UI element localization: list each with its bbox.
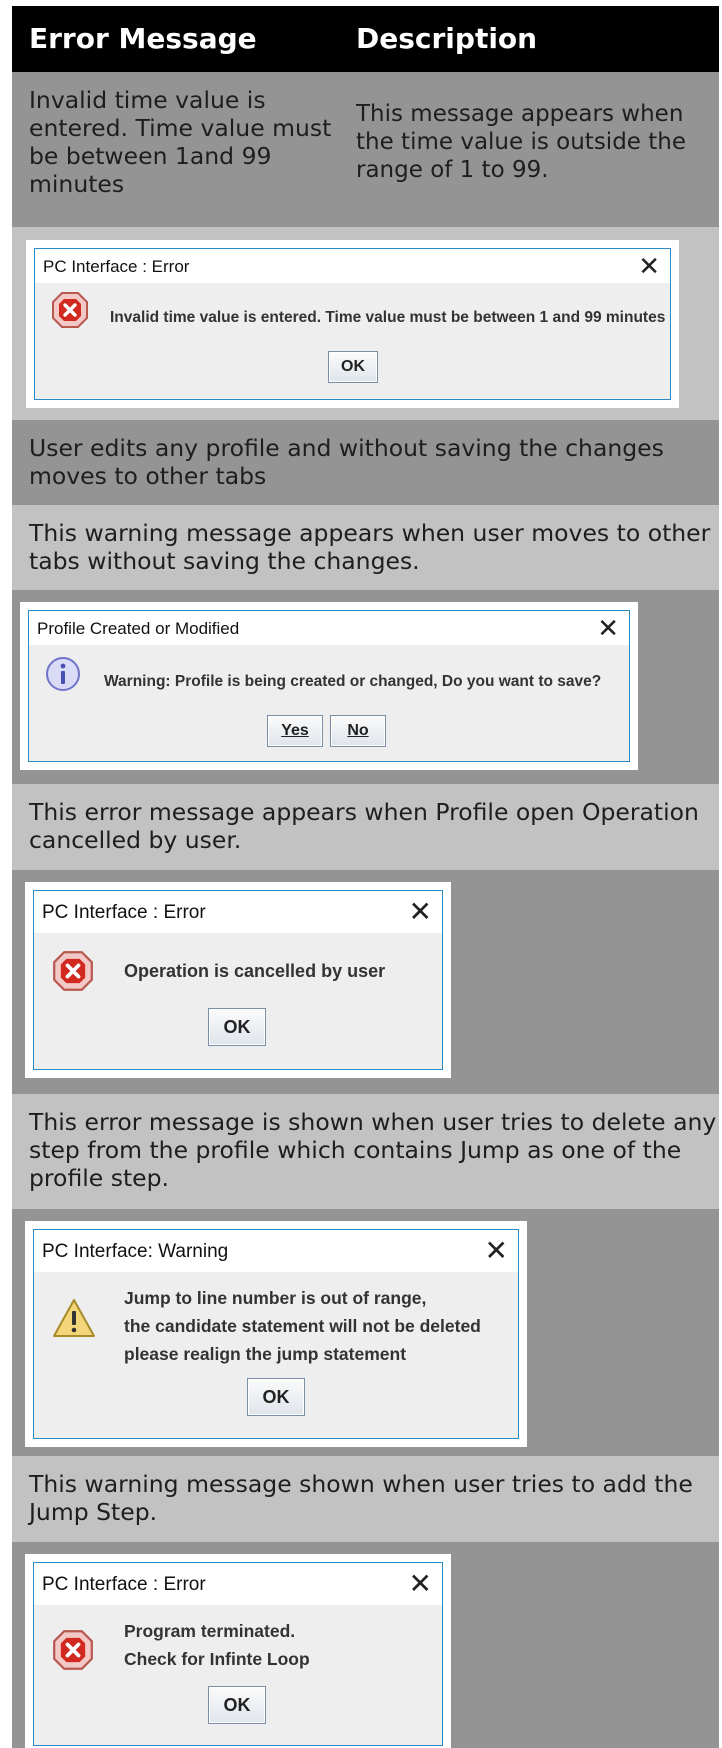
ok-button[interactable]: OK [208, 1008, 266, 1046]
dialog-message: Program terminated. Check for Infinte Lo… [124, 1617, 310, 1673]
text-line: User edits any profile and without savin… [29, 434, 664, 462]
header-description: Description [356, 22, 538, 55]
close-icon[interactable]: ✕ [485, 1236, 508, 1266]
text-line: tabs without saving the changes. [29, 547, 420, 575]
text-line: Jump Step. [29, 1498, 158, 1526]
dialog-title: Profile Created or Modified [37, 619, 240, 638]
error-dialog: PC Interface : Error ✕ Operation is canc… [33, 890, 443, 1070]
dialog-titlebar: PC Interface : Error ✕ [34, 1563, 442, 1605]
text-line: This message appears when [356, 101, 684, 127]
row2-text: User edits any profile and without savin… [29, 434, 664, 490]
info-icon [46, 657, 80, 691]
error-icon [53, 1630, 93, 1670]
dialog-title: PC Interface : Error [42, 902, 206, 923]
screenshot-band: PC Interface : Error ✕ Program terminate… [12, 1542, 719, 1748]
yes-button[interactable]: Yes [267, 715, 323, 747]
row1-message: Invalid time value is entered. Time valu… [29, 86, 331, 198]
warning-icon [53, 1299, 95, 1337]
row3-text: This warning message appears when user m… [29, 519, 710, 575]
dialog-message: Invalid time value is entered. Time valu… [110, 309, 666, 326]
row4-text: This error message appears when Profile … [29, 798, 699, 854]
screenshot-band: PC Interface : Error ✕ Invalid time valu… [12, 227, 719, 420]
text-line: the candidate statement will not be dele… [124, 1316, 481, 1336]
text-line: Invalid time value is [29, 86, 266, 114]
table-row: Invalid time value is entered. Time valu… [12, 72, 719, 227]
table-row: User edits any profile and without savin… [12, 420, 719, 505]
row5-text: This error message is shown when user tr… [29, 1108, 716, 1192]
error-icon [52, 292, 88, 328]
table-row: This warning message shown when user tri… [12, 1456, 719, 1542]
text-line: moves to other tabs [29, 462, 267, 490]
text-line: be between 1and 99 [29, 142, 272, 170]
ok-button[interactable]: OK [208, 1686, 266, 1724]
text-line: This warning message shown when user tri… [29, 1470, 693, 1498]
dialog-titlebar: Profile Created or Modified ✕ [29, 611, 629, 645]
text-line: This warning message appears when user m… [29, 519, 711, 547]
error-icon [53, 951, 93, 991]
text-line: This error message appears when Profile … [29, 798, 699, 826]
error-dialog: PC Interface : Error ✕ Invalid time valu… [34, 248, 671, 400]
dialog-title: PC Interface : Error [42, 1574, 206, 1595]
text-line: Check for Infinte Loop [124, 1649, 310, 1669]
dialog-message: Operation is cancelled by user [124, 961, 386, 981]
ok-button[interactable]: OK [328, 351, 378, 383]
dialog-titlebar: PC Interface: Warning ✕ [34, 1230, 518, 1272]
warning-dialog: PC Interface: Warning ✕ Jump to line num… [33, 1229, 519, 1439]
text-line: entered. Time value must [29, 114, 332, 142]
close-icon[interactable]: ✕ [638, 251, 660, 281]
text-line: minutes [29, 170, 125, 198]
warning-dialog: Profile Created or Modified ✕ Warning: P… [28, 610, 630, 762]
dialog-message: Jump to line number is out of range, the… [124, 1284, 481, 1368]
row6-text: This warning message shown when user tri… [29, 1470, 693, 1526]
table-header: Error Message Description [12, 6, 719, 72]
dialog-title: PC Interface : Error [43, 257, 190, 276]
dialog-title: PC Interface: Warning [42, 1241, 229, 1262]
screenshot-band: PC Interface: Warning ✕ Jump to line num… [12, 1209, 719, 1456]
ok-button[interactable]: OK [247, 1378, 305, 1416]
text-line: step from the profile which contains Jum… [29, 1136, 682, 1164]
close-icon[interactable]: ✕ [409, 1569, 432, 1599]
text-line: This error message is shown when user tr… [29, 1108, 717, 1136]
text-line: range of 1 to 99. [356, 157, 549, 183]
text-line: please realign the jump statement [124, 1344, 407, 1364]
text-line: Jump to line number is out of range, [124, 1288, 427, 1308]
yes-label: Yes [281, 722, 309, 739]
table-row: This warning message appears when user m… [12, 505, 719, 590]
text-line: profile step. [29, 1164, 170, 1192]
dialog-titlebar: PC Interface : Error ✕ [35, 249, 670, 283]
dialog-message: Warning: Profile is being created or cha… [104, 673, 602, 690]
close-icon[interactable]: ✕ [409, 897, 432, 927]
close-icon[interactable]: ✕ [597, 613, 619, 643]
row1-description: This message appears when the time value… [356, 100, 686, 184]
header-error-message: Error Message [29, 22, 257, 55]
table-row: This error message appears when Profile … [12, 784, 719, 870]
text-line: Program terminated. [124, 1621, 296, 1641]
table-row: This error message is shown when user tr… [12, 1094, 719, 1209]
screenshot-band: PC Interface : Error ✕ Operation is canc… [12, 870, 719, 1094]
no-label: No [347, 722, 369, 739]
error-dialog: PC Interface : Error ✕ Program terminate… [33, 1562, 443, 1746]
dialog-titlebar: PC Interface : Error ✕ [34, 891, 442, 933]
text-line: cancelled by user. [29, 826, 242, 854]
no-button[interactable]: No [330, 715, 386, 747]
text-line: the time value is outside the [356, 129, 686, 155]
screenshot-band: Profile Created or Modified ✕ Warning: P… [12, 590, 719, 784]
